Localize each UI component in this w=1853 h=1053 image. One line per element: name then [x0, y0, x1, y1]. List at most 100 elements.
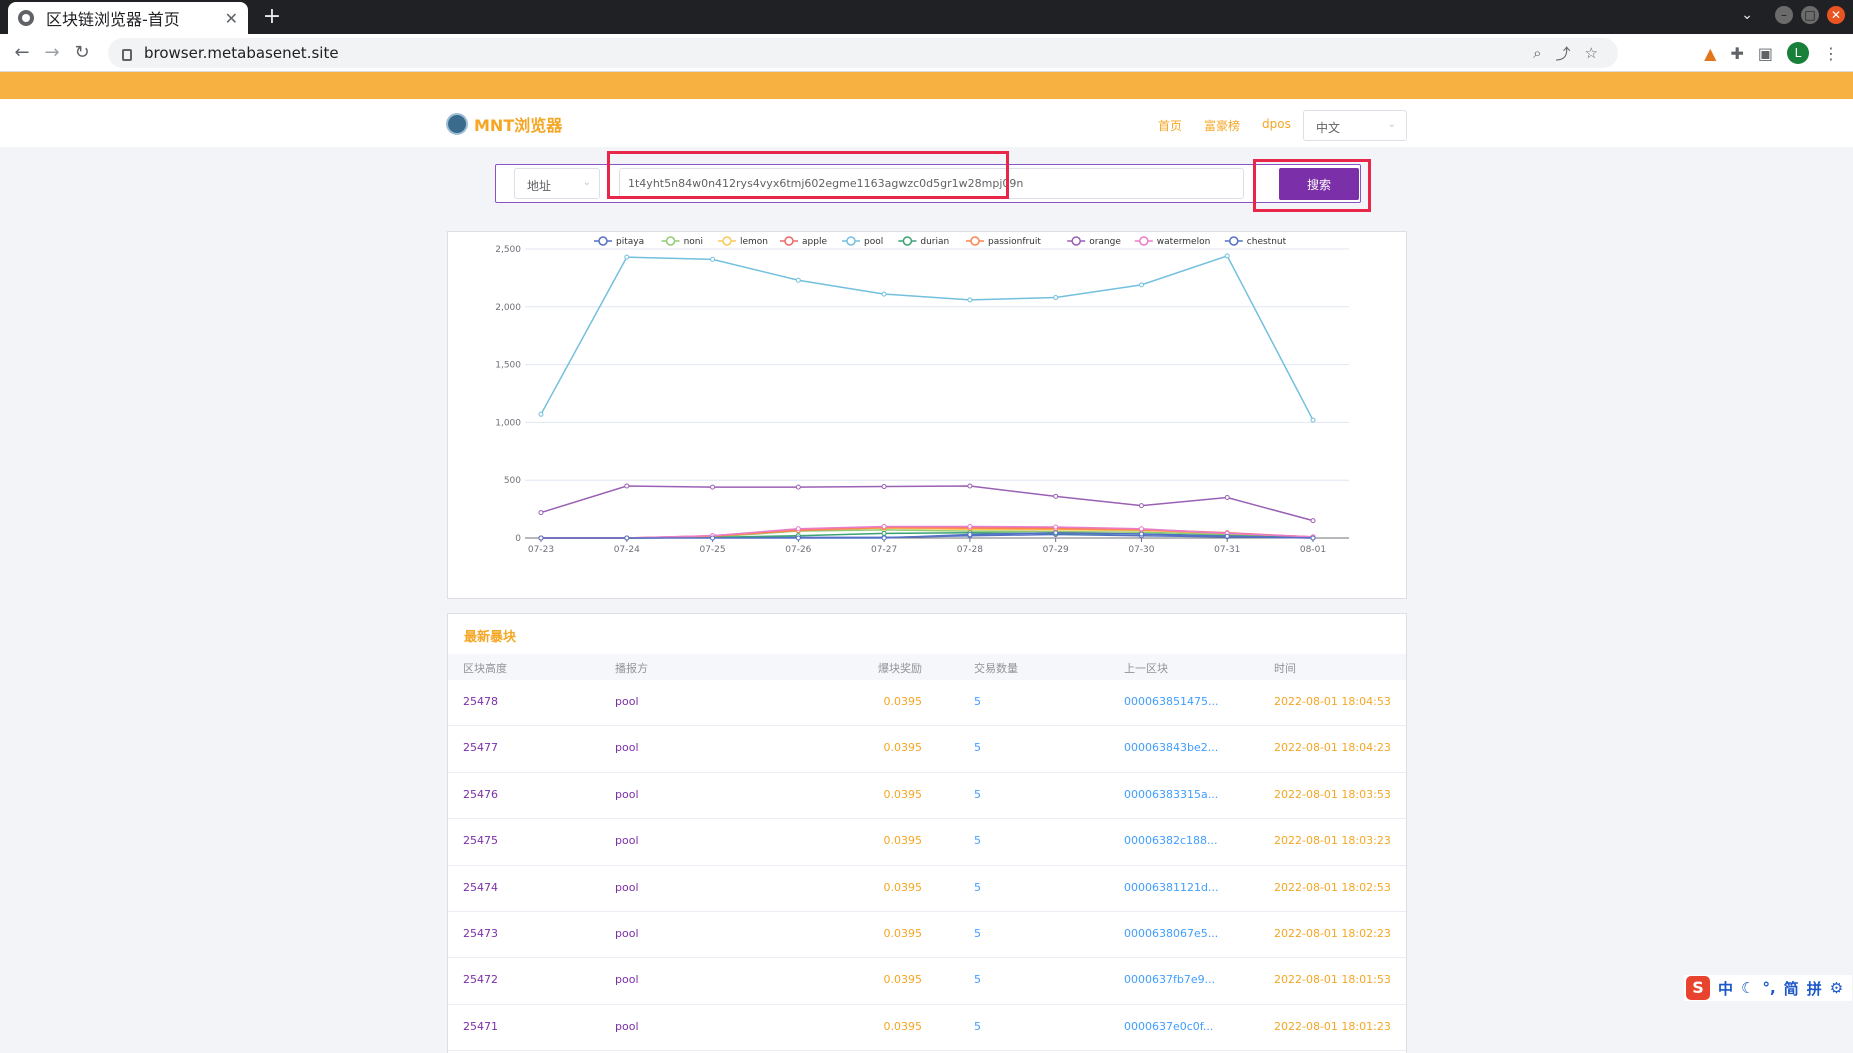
- miner-link[interactable]: pool: [615, 834, 639, 847]
- block-height-link[interactable]: 25472: [463, 973, 498, 986]
- prev-block-link[interactable]: 00006383315a...: [1124, 788, 1218, 801]
- back-icon[interactable]: ←: [10, 41, 34, 65]
- forward-icon[interactable]: →: [40, 41, 64, 65]
- search-type-value: 地址: [527, 179, 552, 193]
- prev-block-link[interactable]: 00006381121d...: [1124, 881, 1218, 894]
- close-window-icon[interactable]: ✕: [1827, 6, 1845, 24]
- minimize-icon[interactable]: –: [1775, 6, 1793, 24]
- side-panel-icon[interactable]: ▣: [1758, 44, 1773, 63]
- prev-block-link[interactable]: 0000638067e5...: [1124, 927, 1218, 940]
- block-height-link[interactable]: 25471: [463, 1020, 498, 1033]
- tx-count-link[interactable]: 5: [974, 695, 981, 708]
- ime-punctuation-icon[interactable]: °,: [1762, 979, 1775, 997]
- search-type-select[interactable]: 地址 ⌄: [514, 168, 600, 199]
- prev-block-link[interactable]: 0000637fb7e9...: [1124, 973, 1215, 986]
- browser-menu-icon[interactable]: ⋮: [1823, 44, 1839, 63]
- tx-count-link[interactable]: 5: [974, 881, 981, 894]
- prev-block-link[interactable]: 000063851475...: [1124, 695, 1218, 708]
- data-point-orange: [1224, 495, 1230, 501]
- tx-count-link[interactable]: 5: [974, 927, 981, 940]
- header-tx-count: 交易数量: [974, 662, 1018, 675]
- series-line-pool: [540, 255, 1314, 421]
- x-tick-label: 07-26: [785, 545, 811, 555]
- url-field[interactable]: browser.metabasenet.site ⌕ ⤴ ☆: [108, 38, 1618, 68]
- block-height-link[interactable]: 25473: [463, 927, 498, 940]
- data-point-pool: [538, 411, 544, 417]
- tx-count-link[interactable]: 5: [974, 1020, 981, 1033]
- tx-count-link[interactable]: 5: [974, 741, 981, 754]
- data-point-chestnut: [710, 535, 716, 541]
- zoom-icon[interactable]: ⌕: [1533, 44, 1541, 62]
- browser-tab-strip: 区块链浏览器-首页 ✕ + ⌄ – □ ✕: [0, 0, 1853, 34]
- miner-link[interactable]: pool: [615, 1020, 639, 1033]
- tx-count-link[interactable]: 5: [974, 973, 981, 986]
- tx-count-link[interactable]: 5: [974, 788, 981, 801]
- miner-link[interactable]: pool: [615, 973, 639, 986]
- data-point-pool: [967, 297, 973, 303]
- legend-marker-orange: [1071, 236, 1081, 246]
- miner-link[interactable]: pool: [615, 927, 639, 940]
- maximize-icon[interactable]: □: [1801, 6, 1819, 24]
- data-point-orange: [795, 484, 801, 490]
- legend-marker-pool: [846, 236, 856, 246]
- data-point-pool: [881, 291, 887, 297]
- extensions-puzzle-icon[interactable]: ✚: [1730, 44, 1743, 63]
- reward-value: 0.0395: [883, 834, 923, 848]
- tx-count-link[interactable]: 5: [974, 834, 981, 847]
- block-height-link[interactable]: 25475: [463, 834, 498, 847]
- data-point-orange: [710, 484, 716, 490]
- prev-block-link[interactable]: 000063843be2...: [1124, 741, 1218, 754]
- search-input[interactable]: [619, 168, 1244, 199]
- miner-link[interactable]: pool: [615, 695, 639, 708]
- window-controls: ⌄ – □ ✕: [1741, 6, 1845, 24]
- prev-block-link[interactable]: 00006382c188...: [1124, 834, 1218, 847]
- data-point-chestnut: [881, 535, 887, 541]
- lock-icon: [122, 49, 132, 61]
- share-icon[interactable]: ⤴: [1556, 43, 1571, 64]
- ime-moon-icon[interactable]: ☾: [1741, 979, 1754, 997]
- reward-value: 0.0395: [883, 1019, 923, 1033]
- data-point-chestnut: [1310, 535, 1316, 541]
- top-banner-strip: [0, 72, 1853, 99]
- block-height-link[interactable]: 25474: [463, 881, 498, 894]
- data-point-orange: [1138, 503, 1144, 509]
- ime-simplified-mode[interactable]: 简: [1784, 978, 1799, 999]
- metamask-fox-icon[interactable]: ▲: [1704, 44, 1716, 63]
- ime-chinese-mode[interactable]: 中: [1718, 978, 1733, 999]
- site-logo[interactable]: MNT浏览器: [446, 112, 562, 136]
- block-height-link[interactable]: 25478: [463, 695, 498, 708]
- block-time: 2022-08-01 18:03:53: [1274, 787, 1391, 801]
- miner-link[interactable]: pool: [615, 788, 639, 801]
- data-point-orange: [1053, 493, 1059, 499]
- reload-icon[interactable]: ↻: [70, 41, 94, 65]
- tab-search-icon[interactable]: ⌄: [1741, 7, 1753, 23]
- ime-pinyin-mode[interactable]: 拼: [1807, 978, 1822, 999]
- block-time: 2022-08-01 18:01:23: [1274, 1019, 1391, 1033]
- block-height-link[interactable]: 25477: [463, 741, 498, 754]
- nav-dpos[interactable]: dpos: [1262, 117, 1291, 134]
- legend-marker-noni: [665, 236, 676, 246]
- miner-link[interactable]: pool: [615, 741, 639, 754]
- language-value: 中文: [1316, 121, 1341, 135]
- block-height-link[interactable]: 25476: [463, 788, 498, 801]
- x-tick-label: 07-28: [957, 545, 983, 555]
- nav-rich-list[interactable]: 富豪榜: [1204, 117, 1240, 134]
- profile-avatar[interactable]: L: [1787, 42, 1809, 64]
- address-bar: ← → ↻ browser.metabasenet.site ⌕ ⤴ ☆ ▲ ✚…: [0, 34, 1853, 72]
- ime-toolbar: S 中 ☾ °, 简 拼 ⚙: [1684, 975, 1852, 1001]
- search-button[interactable]: 搜索: [1279, 168, 1359, 200]
- data-point-watermelon: [881, 523, 887, 529]
- globe-icon: [18, 10, 34, 26]
- new-tab-button[interactable]: +: [258, 4, 286, 32]
- language-select[interactable]: 中文 ⌄: [1303, 110, 1407, 141]
- prev-block-link[interactable]: 0000637e0c0f...: [1124, 1020, 1213, 1033]
- nav-home[interactable]: 首页: [1158, 117, 1182, 134]
- bookmark-star-icon[interactable]: ☆: [1585, 44, 1598, 62]
- table-row: 25473 pool 0.0395 5 0000638067e5... 2022…: [448, 912, 1406, 959]
- miner-link[interactable]: pool: [615, 881, 639, 894]
- browser-tab[interactable]: 区块链浏览器-首页 ✕: [8, 2, 248, 34]
- sogou-logo-icon[interactable]: S: [1686, 976, 1710, 1000]
- tab-close-icon[interactable]: ✕: [225, 9, 238, 28]
- ime-settings-icon[interactable]: ⚙: [1830, 979, 1843, 997]
- line-chart: 0 500 1,000 1,500 2,000 2,500 07-23 07-24 07-25 0…: [495, 236, 1349, 555]
